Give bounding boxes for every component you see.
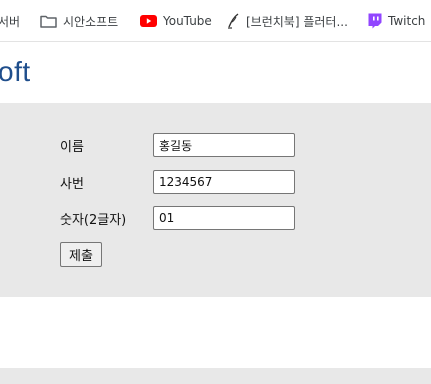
name-label: 이름 (60, 140, 84, 155)
number-input[interactable] (153, 206, 295, 230)
bookmark-label: Twitch (388, 14, 426, 28)
bookmark-label: [브런치북] 플러터... (246, 14, 348, 29)
bookmark-siansoft[interactable]: 시안소프트 (40, 12, 118, 30)
bookmark-server[interactable]: 서버 (0, 12, 20, 30)
bookmark-label: YouTube (163, 14, 212, 28)
employee-id-label: 사번 (60, 177, 84, 192)
name-input[interactable] (153, 133, 295, 157)
employee-form: 이름 사번 숫자(2글자) 제출 (0, 103, 431, 297)
number-label: 숫자(2글자) (60, 213, 127, 228)
brunch-icon (226, 13, 240, 29)
bookmark-label: 서버 (0, 14, 21, 29)
footer-band (0, 368, 431, 384)
youtube-icon (140, 15, 157, 27)
submit-button[interactable]: 제출 (60, 242, 102, 267)
bookmark-brunch[interactable]: [브런치북] 플러터... (226, 12, 348, 30)
bookmark-youtube[interactable]: YouTube (140, 12, 212, 30)
employee-id-input[interactable] (153, 170, 295, 194)
site-brand-title: oft (0, 56, 31, 87)
bookmark-twitch[interactable]: Twitch (367, 12, 425, 30)
twitch-icon (367, 13, 382, 29)
bookmarks-bar: 서버 시안소프트 YouTube [브런치북] 플러터... Twitch (0, 0, 431, 42)
folder-icon (40, 14, 57, 28)
bookmark-label: 시안소프트 (63, 14, 119, 29)
